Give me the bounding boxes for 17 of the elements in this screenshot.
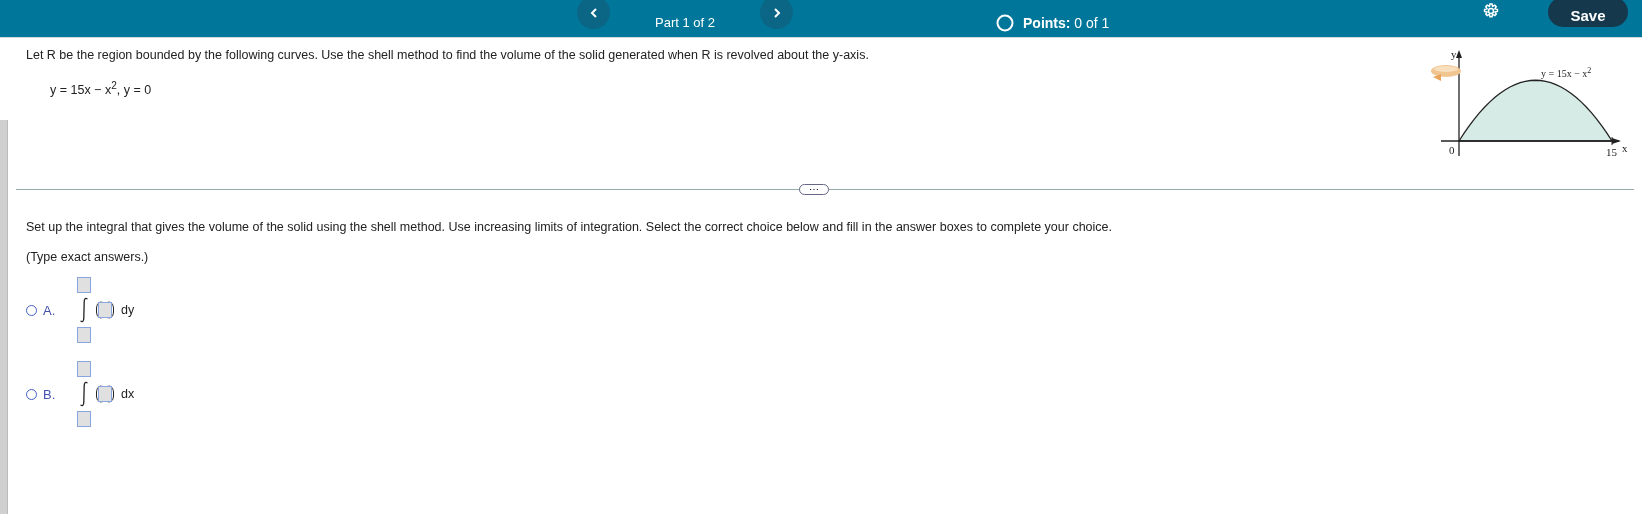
choice-label[interactable]: B. xyxy=(43,386,77,402)
curve-label: y = 15x − x$^{2}$ xyxy=(1541,66,1592,80)
differential-text: dy xyxy=(121,303,135,317)
question-text: Let R be the region bounded by the following curves. Use the shell method to find the volume of the solid generated when R is revolved about the y-axis. xyxy=(26,48,869,62)
save-button[interactable]: Save xyxy=(1548,0,1628,27)
origin-label: 0 xyxy=(1449,144,1455,156)
expand-button[interactable]: ⋯ xyxy=(799,184,829,195)
points-text: Points: 0 of 1 xyxy=(1023,14,1110,31)
instruction-text: Set up the integral that gives the volume of the solid using the shell method. Use increasing limits of integration. Select the correct choice below and fill in the answer boxes to complete your choice. xyxy=(26,220,1113,234)
y-axis-label: y xyxy=(1451,48,1457,60)
differential-text: dx xyxy=(121,387,135,401)
equation-text: y = 15x − x$^{2}$, y = 0 xyxy=(50,80,153,98)
part-indicator: Part 1 of 2 xyxy=(654,15,716,30)
x-axis-label: x xyxy=(1622,142,1628,154)
choice-label[interactable]: A. xyxy=(43,302,77,318)
tick-label: 15 xyxy=(1606,146,1617,158)
hint-text: (Type exact answers.) xyxy=(26,250,150,264)
